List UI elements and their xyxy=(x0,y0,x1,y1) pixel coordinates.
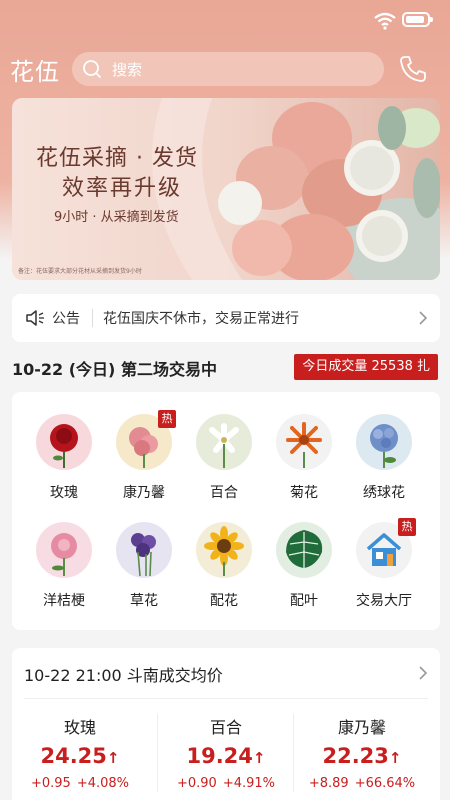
price-change: +0.95 xyxy=(30,776,71,791)
hydrangea-icon xyxy=(356,414,412,470)
price-item-name: 玫瑰 xyxy=(63,718,96,737)
price-card-title: 10-22 21:00 斗南成交均价 xyxy=(24,666,223,685)
price-change: +0.90 xyxy=(176,776,217,791)
up-arrow-icon: ↑ xyxy=(252,749,266,767)
average-price-card[interactable]: 10-22 21:00 斗南成交均价 玫瑰 24.25↑ +0.95 +4.08%… xyxy=(12,648,440,800)
monstera-leaf-icon xyxy=(276,522,332,578)
search-placeholder: 搜索 xyxy=(112,60,143,79)
price-item[interactable]: 百合 19.24↑ +0.90 +4.91% xyxy=(158,714,294,791)
category-hydrangea[interactable]: 绣球花 xyxy=(344,414,424,502)
search-input[interactable]: 搜索 xyxy=(72,52,384,86)
status-bar xyxy=(0,0,450,40)
battery-icon xyxy=(402,12,433,27)
lisianthus-icon xyxy=(36,522,92,578)
price-item-value: 22.23↑ xyxy=(322,744,402,768)
category-lily[interactable]: 百合 xyxy=(184,414,264,502)
price-percent: +4.91% xyxy=(222,776,276,791)
banner-subtitle: 9小时 · 从采摘到发货 xyxy=(54,210,179,225)
category-label: 洋桔梗 xyxy=(43,593,85,609)
price-item[interactable]: 玫瑰 24.25↑ +0.95 +4.08% xyxy=(12,714,148,791)
category-label: 菊花 xyxy=(290,485,318,501)
lily-icon xyxy=(196,414,252,470)
price-item[interactable]: 康乃馨 22.23↑ +8.89 +66.64% xyxy=(294,714,430,791)
category-label: 玫瑰 xyxy=(50,485,78,501)
wifi-icon xyxy=(374,12,396,30)
category-grid: 玫瑰 热 康乃馨 百合 菊花 绣球花 洋桔梗 草花 配花 配叶 热 交易大厅 xyxy=(12,392,440,630)
app-logo: 花伍 xyxy=(10,58,60,86)
herbaceous-flower-icon xyxy=(116,522,172,578)
hot-badge: 热 xyxy=(398,518,416,536)
category-trading-hall[interactable]: 热 交易大厅 xyxy=(344,518,424,610)
price-item-changes: +0.95 +4.08% xyxy=(12,776,148,791)
category-lisianthus[interactable]: 洋桔梗 xyxy=(24,522,104,610)
category-chrysanthemum[interactable]: 菊花 xyxy=(264,414,344,502)
chevron-right-icon xyxy=(419,666,428,680)
category-rose[interactable]: 玫瑰 xyxy=(24,414,104,502)
notice-text: 花伍国庆不休市，交易正常进行 xyxy=(103,311,299,327)
sunflower-icon xyxy=(196,522,252,578)
speaker-icon xyxy=(26,310,44,326)
divider xyxy=(24,698,428,699)
category-carnation[interactable]: 热 康乃馨 xyxy=(104,410,184,502)
price-item-name: 百合 xyxy=(209,718,242,737)
price-item-changes: +0.90 +4.91% xyxy=(158,776,294,791)
chrysanthemum-icon xyxy=(276,414,332,470)
phone-icon[interactable] xyxy=(398,54,428,84)
category-label: 交易大厅 xyxy=(356,593,412,609)
volume-badge: 今日成交量 25538 扎 xyxy=(294,354,438,380)
notice-divider xyxy=(92,309,93,327)
banner-title-line1: 花伍采摘 · 发货 xyxy=(36,146,198,171)
banner-title-line2: 效率再升级 xyxy=(62,176,183,201)
price-item-value: 19.24↑ xyxy=(186,744,266,768)
session-title: 10-22 (今日) 第二场交易中 xyxy=(12,360,217,379)
category-filler[interactable]: 配花 xyxy=(184,522,264,610)
up-arrow-icon: ↑ xyxy=(388,749,402,767)
price-percent: +66.64% xyxy=(354,776,416,791)
price-item-value: 24.25↑ xyxy=(40,744,120,768)
category-label: 配叶 xyxy=(290,593,318,609)
price-percent: +4.08% xyxy=(76,776,130,791)
category-label: 配花 xyxy=(210,593,238,609)
category-herbaceous[interactable]: 草花 xyxy=(104,522,184,610)
price-change: +8.89 xyxy=(308,776,349,791)
category-foliage[interactable]: 配叶 xyxy=(264,522,344,610)
price-item-changes: +8.89 +66.64% xyxy=(294,776,430,791)
up-arrow-icon: ↑ xyxy=(106,749,120,767)
category-label: 康乃馨 xyxy=(123,485,165,501)
category-label: 草花 xyxy=(130,593,158,609)
chevron-right-icon xyxy=(419,311,428,325)
banner-note: 备注：花伍要求大部分花材从采摘到发货9小时 xyxy=(18,268,142,275)
category-label: 绣球花 xyxy=(363,485,405,501)
rose-icon xyxy=(36,414,92,470)
price-item-name: 康乃馨 xyxy=(337,718,386,737)
category-label: 百合 xyxy=(210,485,238,501)
app-header: 花伍 搜索 xyxy=(0,48,450,90)
notice-label: 公告 xyxy=(52,311,80,327)
hot-badge: 热 xyxy=(158,410,176,428)
promo-banner[interactable]: 花伍采摘 · 发货 效率再升级 9小时 · 从采摘到发货 备注：花伍要求大部分花… xyxy=(12,98,440,280)
search-icon xyxy=(83,60,102,79)
notice-bar[interactable]: 公告 花伍国庆不休市，交易正常进行 xyxy=(12,294,440,342)
